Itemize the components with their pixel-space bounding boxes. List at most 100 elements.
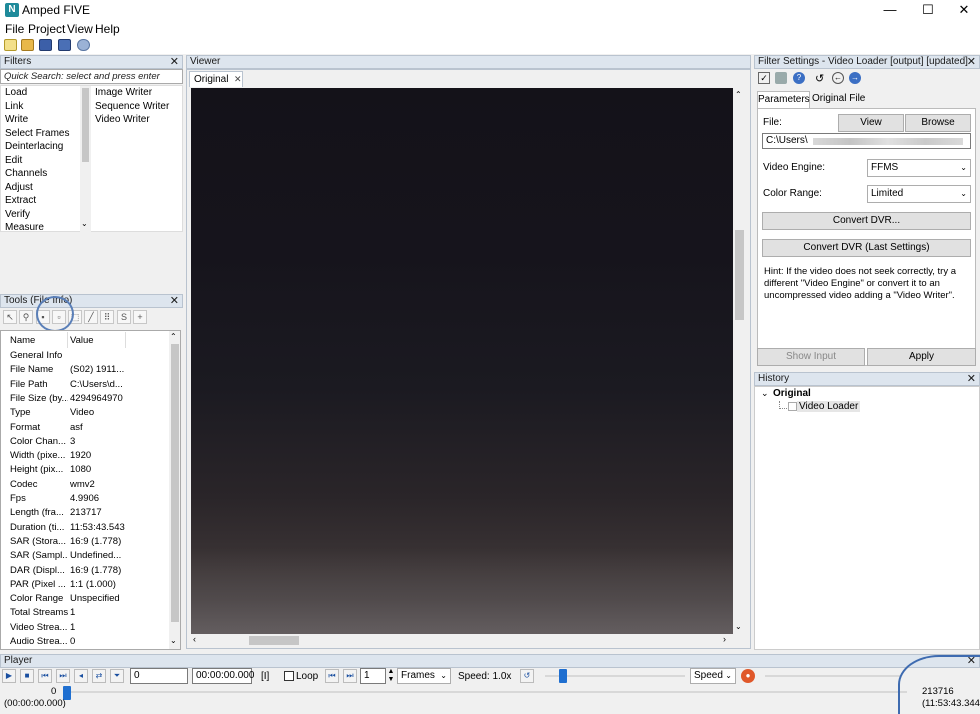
table-row[interactable]: Fps 4.9906	[1, 492, 169, 506]
reset-speed-icon[interactable]: ↺	[520, 669, 534, 683]
filter-category[interactable]: Load	[5, 87, 27, 98]
table-row[interactable]: Height (pix... 1080	[1, 463, 169, 477]
tab-original[interactable]: Original ✕	[189, 71, 243, 87]
table-row[interactable]: SAR (Sampl... Undefined...	[1, 549, 169, 563]
table-row[interactable]: DAR (Displ... 16:9 (1.778)	[1, 564, 169, 578]
scroll-thumb[interactable]	[82, 88, 89, 162]
table-row[interactable]: Duration (ti... 11:53:43.543	[1, 521, 169, 535]
scroll-thumb[interactable]	[249, 636, 299, 645]
filter-writer[interactable]: Sequence Writer	[95, 101, 169, 112]
filter-category[interactable]: Edit	[5, 155, 22, 166]
table-row[interactable]: Total Streams 1	[1, 606, 169, 620]
step-spinner-icon[interactable]: ▲ ▼	[386, 668, 396, 684]
table-row[interactable]: File Size (by... 4294964970	[1, 392, 169, 406]
last-frame-icon[interactable]: ⏭	[56, 669, 70, 683]
scroll-thumb[interactable]	[735, 230, 744, 320]
minimize-button[interactable]: —	[872, 0, 908, 20]
convert-dvr-last-settings-button[interactable]: Convert DVR (Last Settings)	[762, 239, 971, 257]
scroll-up-icon[interactable]: ⌃	[735, 90, 742, 99]
help-icon[interactable]: ?	[793, 72, 805, 84]
table-row[interactable]: Video Strea... 1	[1, 621, 169, 635]
chevron-down-icon[interactable]: ⌄	[761, 388, 769, 399]
table-row[interactable]: General Info	[1, 349, 169, 363]
stop-icon[interactable]: ■	[20, 669, 34, 683]
filter-category[interactable]: Deinterlacing	[5, 141, 63, 152]
time-input[interactable]: 00:00:00.000	[192, 668, 254, 684]
filter-settings-tool-icon[interactable]	[775, 72, 787, 84]
menu-help[interactable]: Help	[95, 22, 120, 36]
refresh-icon[interactable]	[77, 39, 90, 51]
viewer-horizontal-scrollbar[interactable]: ‹ ›	[191, 634, 733, 647]
view-button[interactable]: View	[838, 114, 904, 132]
step-forward-icon[interactable]: ⏭	[343, 669, 357, 683]
scroll-right-icon[interactable]: ›	[723, 634, 726, 644]
open-folder-icon[interactable]	[21, 39, 34, 51]
grid-tool-icon[interactable]: ⠿	[100, 310, 114, 324]
step-back-icon[interactable]: ⏮	[325, 669, 339, 683]
filter-writer[interactable]: Video Writer	[95, 114, 150, 125]
filter-category[interactable]: Select Frames	[5, 128, 69, 139]
show-input-button[interactable]: Show Input	[757, 348, 865, 366]
filter-settings-close-icon[interactable]: ✕	[967, 56, 976, 68]
filter-funnel-icon[interactable]: ⏷	[110, 669, 124, 683]
line-tool-icon[interactable]: ╱	[84, 310, 98, 324]
loop-playback-icon[interactable]: ⇄	[92, 669, 106, 683]
crosshair-tool-icon[interactable]: +	[133, 310, 147, 324]
first-frame-icon[interactable]: ⏮	[38, 669, 52, 683]
tab-close-icon[interactable]: ✕	[234, 74, 242, 85]
table-row[interactable]: Type Video	[1, 406, 169, 420]
file-info-scrollbar[interactable]: ⌃ ⌄	[169, 331, 180, 649]
scroll-down-icon[interactable]: ⌄	[170, 636, 177, 645]
tools-close-icon[interactable]: ✕	[170, 295, 179, 307]
menu-project[interactable]: Project	[28, 22, 65, 36]
filter-category[interactable]: Write	[5, 114, 28, 125]
record-icon[interactable]: ●	[741, 669, 755, 683]
table-row[interactable]: Audio Strea... 0	[1, 635, 169, 649]
table-row[interactable]: Format asf	[1, 421, 169, 435]
menu-view[interactable]: View	[67, 22, 93, 36]
scroll-down-icon[interactable]: ⌄	[81, 219, 88, 228]
speed-slider-thumb[interactable]	[559, 669, 567, 683]
filters-search-input[interactable]: Quick Search: select and press enter	[0, 69, 183, 84]
video-frame[interactable]	[191, 88, 733, 634]
reset-icon[interactable]: ↺	[815, 72, 824, 85]
filter-category[interactable]: Channels	[5, 168, 47, 179]
table-row[interactable]: File Path C:\Users\d...	[1, 378, 169, 392]
close-button[interactable]: ✕	[946, 0, 980, 20]
maximize-button[interactable]: ☐	[910, 0, 946, 20]
prev-frame-icon[interactable]: ◂	[74, 669, 88, 683]
scroll-down-icon[interactable]: ⌄	[735, 622, 742, 631]
table-row[interactable]: Color Range Unspecified	[1, 592, 169, 606]
new-project-icon[interactable]	[4, 39, 17, 51]
speed-mode-select[interactable]: Speed ⌄	[690, 668, 736, 684]
viewer-vertical-scrollbar[interactable]: ⌃ ⌄	[733, 88, 746, 634]
timeline-track[interactable]	[67, 691, 907, 693]
secondary-slider-track[interactable]	[765, 675, 900, 677]
video-engine-select[interactable]: FFMS ⌄	[867, 159, 971, 177]
save-as-icon[interactable]	[58, 39, 71, 51]
filter-writer[interactable]: Image Writer	[95, 87, 152, 98]
history-close-icon[interactable]: ✕	[967, 373, 976, 385]
mark-in-label[interactable]: [I]	[261, 671, 269, 682]
filter-category[interactable]: Verify	[5, 209, 30, 220]
tab-parameters[interactable]: Parameters	[757, 91, 810, 108]
next-filter-icon[interactable]: →	[849, 72, 861, 84]
table-row[interactable]: SAR (Stora... 16:9 (1.778)	[1, 535, 169, 549]
play-icon[interactable]: ▶	[2, 669, 16, 683]
filter-category[interactable]: Link	[5, 101, 23, 112]
table-row[interactable]: File Name (S02) 1911...	[1, 363, 169, 377]
previous-filter-icon[interactable]: ←	[832, 72, 844, 84]
enabled-checkbox-icon[interactable]: ✓	[758, 72, 770, 84]
pointer-tool-icon[interactable]: ↖	[3, 310, 17, 324]
loop-checkbox[interactable]	[284, 671, 294, 681]
scroll-thumb[interactable]	[171, 344, 179, 622]
table-row[interactable]: PAR (Pixel ... 1:1 (1.000)	[1, 578, 169, 592]
history-root-original[interactable]: Original	[773, 388, 811, 399]
filters-close-icon[interactable]: ✕	[170, 56, 179, 68]
save-icon[interactable]	[39, 39, 52, 51]
filters-category-scrollbar[interactable]: ⌄	[80, 86, 91, 232]
filter-category[interactable]: Measure	[5, 222, 44, 233]
history-node-video-loader[interactable]: Video Loader	[797, 401, 861, 412]
table-row[interactable]: Width (pixe... 1920	[1, 449, 169, 463]
step-size-input[interactable]: 1	[360, 668, 386, 684]
